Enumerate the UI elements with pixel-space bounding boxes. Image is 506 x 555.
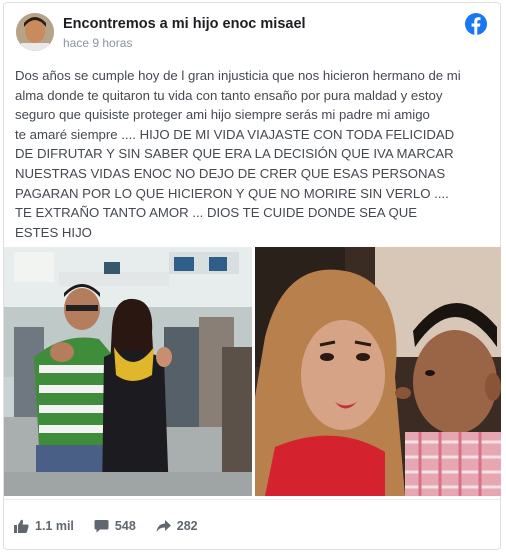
post-author-name[interactable]: Encontremos a mi hijo enoc misael xyxy=(63,16,306,32)
share-arrow-icon xyxy=(156,520,171,532)
facebook-post-card: Encontremos a mi hijo enoc misael hace 9… xyxy=(3,2,501,550)
shares-count: 282 xyxy=(176,519,198,533)
likes-stat[interactable]: 1.1 mil xyxy=(14,519,74,533)
shares-stat[interactable]: 282 xyxy=(156,519,198,533)
post-text: Dos años se cumple hoy de l gran injusti… xyxy=(15,68,461,240)
facebook-logo-icon[interactable] xyxy=(465,13,487,35)
post-timestamp[interactable]: hace 9 horas xyxy=(63,36,132,50)
post-photo-mother-son[interactable] xyxy=(255,247,501,496)
comment-bubble-icon xyxy=(94,520,109,533)
likes-count: 1.1 mil xyxy=(35,519,74,533)
post-divider xyxy=(4,499,500,500)
post-stats-bar: 1.1 mil 548 282 xyxy=(14,519,218,533)
post-photo-airport[interactable] xyxy=(4,247,252,496)
avatar[interactable] xyxy=(16,13,54,51)
thumbs-up-icon xyxy=(14,519,29,533)
comments-count: 548 xyxy=(114,519,136,533)
comments-stat[interactable]: 548 xyxy=(94,519,136,533)
